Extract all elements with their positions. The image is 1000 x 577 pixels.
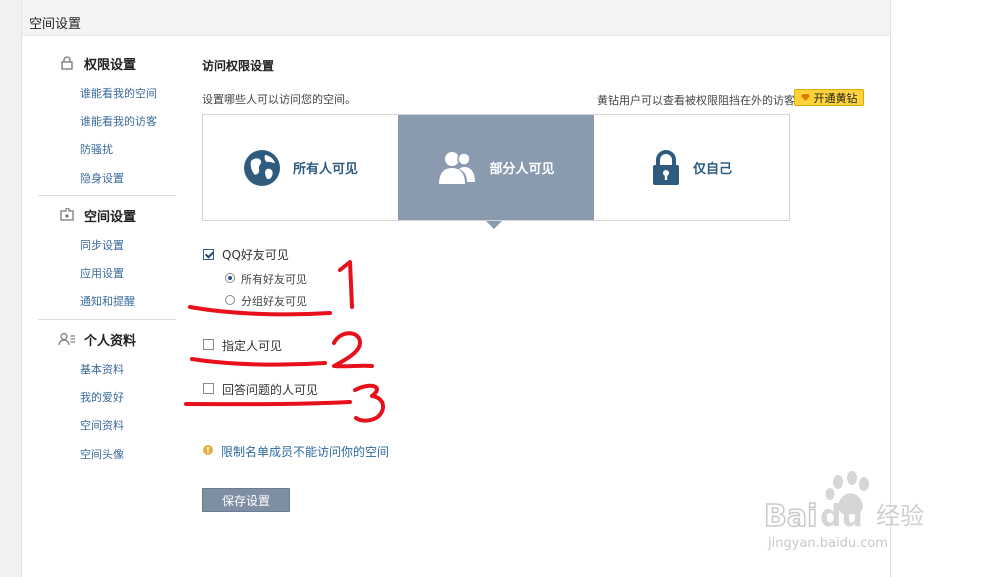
qq-friends-label: QQ好友可见 xyxy=(222,248,289,262)
watermark-du-text: du xyxy=(820,499,863,534)
sidebar-item-notifications[interactable]: 通知和提醒 xyxy=(80,293,135,309)
sidebar-item-who-can-view-space[interactable]: 谁能看我的空间 xyxy=(80,85,157,101)
sidebar-section-title: 个人资料 xyxy=(84,333,137,349)
panel-header: 空间设置 xyxy=(22,0,890,36)
visibility-selector: 所有人可见 部分人可见 仅自己 xyxy=(202,114,790,221)
page-title: 空间设置 xyxy=(29,17,82,32)
sidebar-section-profile[interactable]: 个人资料 xyxy=(58,330,137,349)
watermark-baidu-text: Bai xyxy=(764,499,817,534)
visibility-option-label: 部分人可见 xyxy=(489,162,555,177)
group-friends-radio[interactable] xyxy=(225,295,235,305)
sidebar-item-basic-info[interactable]: 基本资料 xyxy=(80,361,124,377)
visibility-option-everyone[interactable]: 所有人可见 xyxy=(203,115,398,220)
user-profile-icon xyxy=(58,332,75,346)
designated-people-checkbox[interactable] xyxy=(203,339,214,350)
sidebar-item-invisible[interactable]: 隐身设置 xyxy=(80,170,124,186)
users-icon xyxy=(439,151,476,184)
qq-friends-checkbox[interactable] xyxy=(203,249,214,260)
lock-icon xyxy=(61,56,73,70)
open-yellow-diamond-button[interactable]: 开通黄钻 xyxy=(794,89,864,106)
sidebar-item-sync[interactable]: 同步设置 xyxy=(80,237,124,253)
group-friends-label: 分组好友可见 xyxy=(241,295,307,308)
vip-button-label: 开通黄钻 xyxy=(813,91,858,105)
sidebar-section-title: 权限设置 xyxy=(84,57,137,73)
sidebar-item-space-avatar[interactable]: 空间头像 xyxy=(80,446,124,462)
visibility-option-label: 仅自己 xyxy=(692,162,732,177)
answer-question-label: 回答问题的人可见 xyxy=(222,383,319,397)
section-title: 访问权限设置 xyxy=(202,59,275,73)
sidebar-item-apps[interactable]: 应用设置 xyxy=(80,265,124,281)
sidebar-item-anti-harassment[interactable]: 防骚扰 xyxy=(80,141,113,157)
diamond-icon xyxy=(800,94,810,101)
save-button-label: 保存设置 xyxy=(221,493,270,508)
sidebar-divider xyxy=(38,195,176,196)
page-background-left xyxy=(0,0,21,577)
puzzle-icon xyxy=(60,208,74,221)
globe-icon xyxy=(243,149,280,186)
all-friends-radio[interactable] xyxy=(225,273,235,283)
sidebar-section-space[interactable]: 空间设置 xyxy=(58,206,137,225)
warning-icon: ! xyxy=(203,445,213,455)
visibility-option-label: 所有人可见 xyxy=(292,162,358,177)
sidebar-item-space-info[interactable]: 空间资料 xyxy=(80,417,124,433)
sidebar-section-title: 空间设置 xyxy=(84,209,137,225)
selected-option-pointer xyxy=(486,221,502,229)
visibility-option-only-me[interactable]: 仅自己 xyxy=(594,115,789,220)
save-settings-button[interactable]: 保存设置 xyxy=(202,488,290,512)
lock-icon xyxy=(652,149,679,185)
watermark-url: jingyan.baidu.com xyxy=(768,536,888,551)
watermark-jingyan-text: 经验 xyxy=(876,502,924,530)
designated-people-label: 指定人可见 xyxy=(222,339,283,353)
sidebar-item-who-can-view-visitors[interactable]: 谁能看我的访客 xyxy=(80,113,157,129)
sidebar-divider xyxy=(38,319,176,320)
restricted-list-link[interactable]: 限制名单成员不能访问你的空间 xyxy=(221,443,389,460)
sidebar-section-permissions[interactable]: 权限设置 xyxy=(58,54,137,73)
sidebar-item-hobbies[interactable]: 我的爱好 xyxy=(80,389,124,405)
all-friends-label: 所有好友可见 xyxy=(241,273,307,286)
visibility-option-partial[interactable]: 部分人可见 xyxy=(398,115,594,220)
answer-question-checkbox[interactable] xyxy=(203,383,214,394)
vip-note: 黄钻用户可以查看被权限阻挡在外的访客 xyxy=(597,94,795,107)
section-description: 设置哪些人可以访问您的空间。 xyxy=(202,93,356,106)
